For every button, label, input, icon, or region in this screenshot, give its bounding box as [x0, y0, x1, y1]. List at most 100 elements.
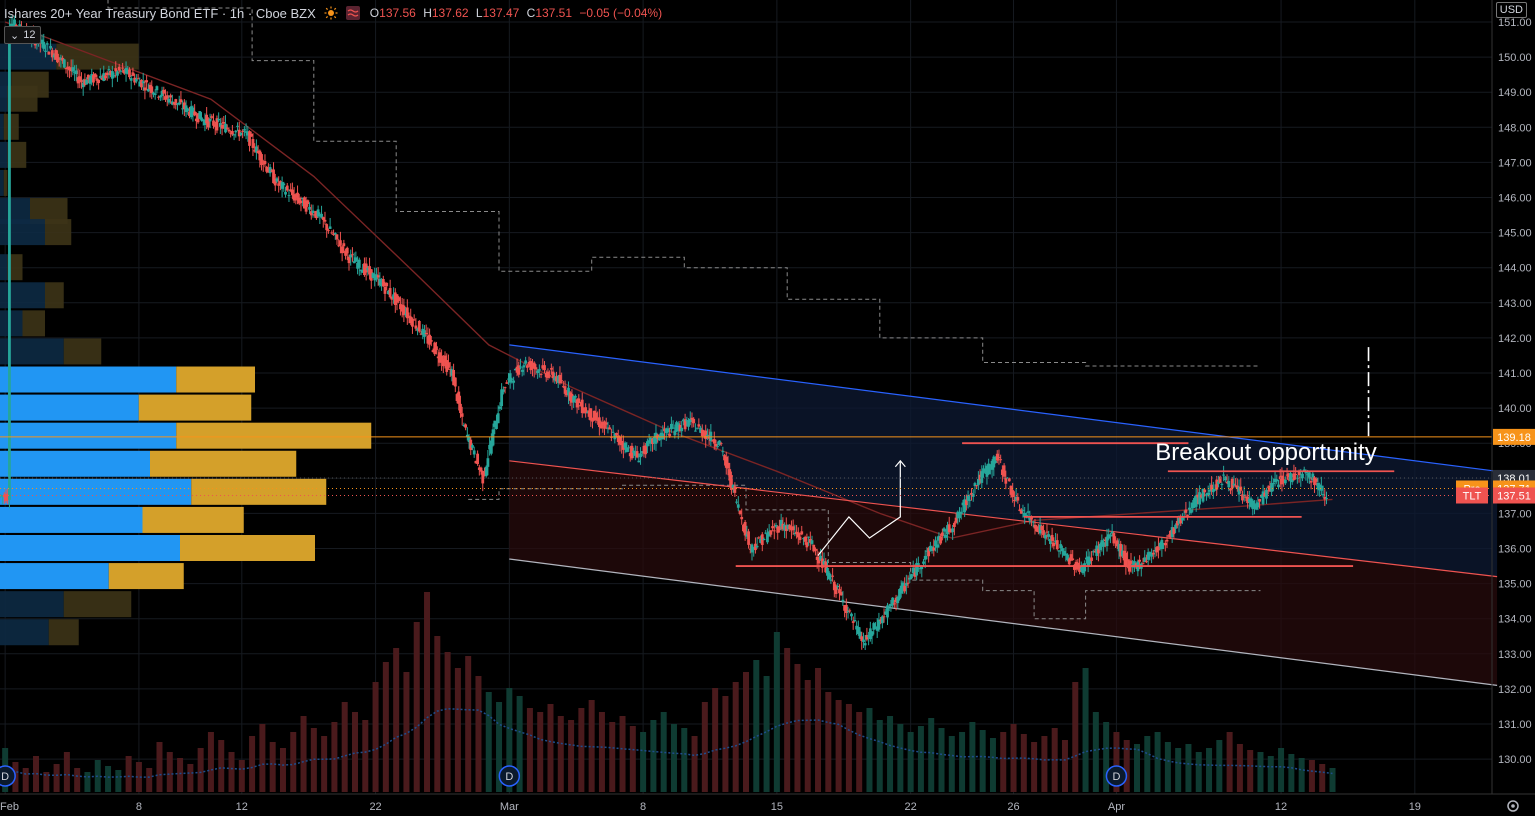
- candle-body: [721, 451, 725, 453]
- candle-body: [140, 79, 143, 88]
- candle-body: [772, 530, 776, 532]
- volume-bar: [979, 730, 986, 792]
- candle-body: [718, 440, 721, 445]
- volume-bar: [156, 742, 163, 792]
- volume-bar: [825, 692, 832, 792]
- volume-bar: [1123, 740, 1130, 792]
- candle-body: [774, 525, 778, 527]
- candle-body: [939, 536, 943, 544]
- candle-body: [114, 68, 118, 72]
- candle-body: [1229, 488, 1232, 491]
- volume-bar: [1031, 742, 1038, 792]
- candle-body: [1157, 546, 1160, 551]
- candle-body: [594, 412, 598, 421]
- candle-body: [755, 545, 759, 548]
- candle-body: [805, 542, 809, 548]
- currency-badge[interactable]: USD: [1495, 2, 1527, 18]
- time-tick-label: Feb: [0, 801, 19, 813]
- candle-body: [145, 80, 149, 83]
- candle-body: [778, 526, 781, 530]
- candle-body: [1129, 560, 1133, 564]
- candle-body: [45, 43, 49, 45]
- candle-body: [519, 366, 522, 368]
- candle-body: [335, 234, 339, 240]
- candle-body: [1057, 550, 1061, 552]
- candle-body: [47, 51, 51, 55]
- candle-body: [1163, 542, 1167, 546]
- candle-body: [1042, 530, 1045, 535]
- candle-body: [1256, 502, 1260, 508]
- candle-body: [1189, 509, 1193, 513]
- volume-bar: [598, 712, 605, 792]
- chart-header: Ishares 20+ Year Treasury Bond ETF · 1h …: [4, 4, 666, 22]
- ohlc-readout: O137.56 H137.62 L137.47 C137.51 −0.05 (−…: [370, 6, 666, 20]
- volume-bar: [1298, 758, 1305, 792]
- candle-body: [146, 88, 150, 92]
- volume-bar: [989, 738, 996, 792]
- candle-body: [260, 154, 263, 165]
- volume-bar: [74, 768, 81, 792]
- candle-body: [910, 574, 913, 579]
- candle-body: [220, 124, 224, 129]
- volume-profile-up: [0, 563, 109, 590]
- candle-body: [376, 275, 380, 278]
- candle-body: [508, 373, 512, 383]
- price-tick-label: 142.00: [1498, 333, 1532, 345]
- candle-body: [320, 213, 323, 218]
- candle-body: [239, 132, 243, 136]
- candle-body: [877, 619, 881, 630]
- candle-body: [472, 450, 476, 455]
- volume-profile-toggle[interactable]: ⌄ 12: [4, 26, 42, 44]
- volume-bar: [537, 712, 544, 792]
- candle-body: [162, 89, 166, 94]
- candle-body: [290, 189, 294, 196]
- candle-body: [251, 138, 255, 148]
- candle-body: [383, 286, 387, 294]
- candle-body: [112, 75, 116, 77]
- price-tick-label: 146.00: [1498, 193, 1532, 205]
- time-tick-label: 22: [905, 801, 917, 813]
- volume-profile-down: [3, 113, 19, 140]
- price-chart[interactable]: 130.00 131.00 132.00 133.00 134.00 135.00 136.…: [0, 0, 1535, 816]
- candle-body: [44, 50, 47, 52]
- candle-body: [543, 365, 546, 371]
- candle-body: [1187, 507, 1191, 510]
- volume-bar: [1175, 748, 1182, 792]
- candle-body: [520, 369, 524, 372]
- candle-body: [49, 46, 52, 49]
- price-tick-label: 144.00: [1498, 263, 1532, 275]
- candle-body: [104, 75, 107, 79]
- candle-body: [158, 95, 162, 98]
- sun-icon[interactable]: [324, 6, 338, 20]
- candle-body: [635, 451, 639, 458]
- volume-bar: [321, 736, 328, 792]
- volume-bar: [1278, 748, 1285, 792]
- candle-body: [1301, 473, 1304, 479]
- price-tag-value: 137.51: [1497, 490, 1531, 502]
- candle-body: [503, 387, 507, 389]
- candle-body: [673, 430, 677, 436]
- candle-body: [560, 380, 564, 382]
- volume-bar: [465, 656, 472, 792]
- candle-body: [958, 514, 961, 518]
- volume-bar: [1329, 768, 1336, 792]
- candle-body: [321, 217, 325, 220]
- symbol-title[interactable]: Ishares 20+ Year Treasury Bond ETF · 1h …: [4, 6, 316, 21]
- volume-bar: [691, 736, 698, 792]
- candle-body: [1141, 563, 1145, 565]
- candle-body: [407, 315, 411, 317]
- candle-body: [1290, 479, 1294, 483]
- volume-bar: [835, 700, 842, 792]
- candle-body: [1206, 492, 1210, 496]
- candle-body: [807, 536, 810, 538]
- candle-body: [42, 41, 46, 49]
- candle-body: [994, 460, 997, 463]
- candle-body: [1265, 489, 1268, 499]
- volume-profile-down: [45, 282, 64, 309]
- change-value: −0.05 (−0.04%): [579, 6, 663, 20]
- candle-body: [167, 98, 171, 103]
- candle-body: [333, 233, 337, 235]
- candle-body: [546, 371, 550, 378]
- volume-bar: [53, 764, 60, 792]
- wave-icon[interactable]: [345, 6, 360, 20]
